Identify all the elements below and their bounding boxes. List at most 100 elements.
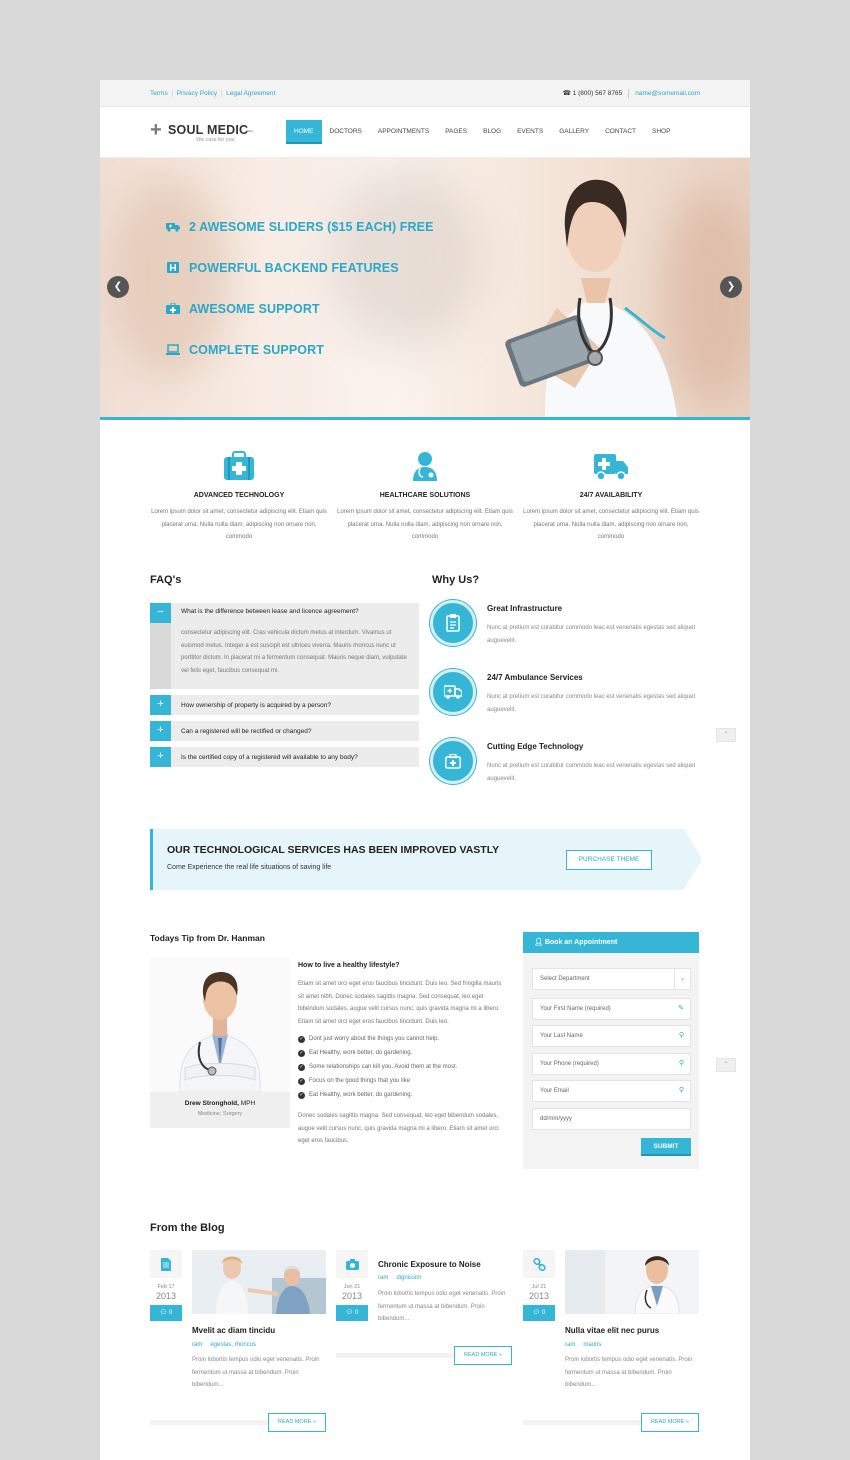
faq-item[interactable]: + Is the certified copy of a registered … bbox=[150, 747, 419, 767]
post-author[interactable]: ram bbox=[378, 1275, 388, 1281]
post-excerpt: Proin lobortis tempus odio eget venenati… bbox=[192, 1357, 320, 1388]
cta-banner: OUR TECHNOLOGICAL SERVICES HAS BEEN IMPR… bbox=[150, 829, 702, 890]
why-us-item: Great Infrastructure Nunc at pretium est… bbox=[430, 600, 700, 647]
why-us-item-title: Great Infrastructure bbox=[487, 604, 563, 613]
tip-bullet: ✓ Eat Healthy, work better, do gardening. bbox=[298, 1088, 508, 1102]
first-name-field[interactable]: Your First Name (required) ✎ bbox=[532, 998, 691, 1020]
read-more-button[interactable]: READ MORE » bbox=[454, 1346, 512, 1365]
date-field[interactable]: dd/mm/yyyy bbox=[532, 1108, 691, 1130]
comment-count[interactable]: 💬︎ 0 bbox=[523, 1305, 555, 1321]
read-more-button[interactable]: READ MORE » bbox=[268, 1413, 326, 1432]
post-author[interactable]: ram bbox=[192, 1342, 202, 1348]
terms-link[interactable]: Terms bbox=[150, 89, 173, 97]
post-tags[interactable]: dignissim bbox=[396, 1275, 421, 1281]
post-photo[interactable] bbox=[192, 1250, 326, 1314]
faq-question[interactable]: What is the difference between lease and… bbox=[181, 608, 409, 615]
laptop-icon bbox=[166, 344, 180, 355]
comment-count[interactable]: 💬︎ 0 bbox=[150, 1305, 182, 1321]
nav-gallery[interactable]: GALLERY bbox=[551, 120, 597, 144]
comment-icon: 💬︎ bbox=[159, 1310, 168, 1316]
faq-item[interactable]: + Can a registered will be rectified or … bbox=[150, 721, 419, 741]
hero-item: COMPLETE SUPPORT bbox=[166, 341, 434, 358]
post-author[interactable]: ram bbox=[565, 1342, 575, 1348]
read-more-button[interactable]: READ MORE » bbox=[641, 1413, 699, 1432]
privacy-policy-link[interactable]: Privacy Policy bbox=[173, 89, 223, 97]
purchase-theme-button[interactable]: PURCHASE THEME bbox=[566, 850, 652, 870]
email-field[interactable]: Your Email ⚲ bbox=[532, 1080, 691, 1102]
date-placeholder: dd/mm/yyyy bbox=[540, 1116, 573, 1122]
cross-icon: + bbox=[150, 119, 162, 141]
check-icon: ✓ bbox=[298, 1049, 305, 1057]
hero-item-text: 2 AWESOME SLIDERS ($15 EACH) FREE bbox=[189, 219, 434, 234]
email-link[interactable]: name@somemail.com bbox=[635, 90, 700, 97]
legal-agreement-link[interactable]: Legal Agreement bbox=[222, 90, 279, 97]
submit-button[interactable]: SUBMIT bbox=[641, 1138, 691, 1156]
faq-question[interactable]: Can a registered will be rectified or ch… bbox=[181, 728, 311, 735]
last-name-field[interactable]: Your Last Name ⚲ bbox=[532, 1025, 691, 1047]
why-us-item-text: Nunc at pretium est curabitur commodo le… bbox=[487, 625, 696, 644]
slider-next-button[interactable]: ❯ bbox=[720, 276, 742, 298]
phone-field[interactable]: Your Phone (required) ⚲ bbox=[532, 1053, 691, 1075]
divider bbox=[336, 1353, 454, 1358]
slider-prev-button[interactable]: ❮ bbox=[107, 276, 129, 298]
faq-expand-toggle[interactable]: + bbox=[150, 747, 171, 767]
nav-events[interactable]: EVENTS bbox=[509, 120, 551, 144]
faq-item[interactable]: + How ownership of property is acquired … bbox=[150, 695, 419, 715]
nav-doctors[interactable]: DOCTORS bbox=[322, 120, 370, 144]
feature-text: Lorem ipsum dolor sit amet, consectetur … bbox=[523, 509, 699, 540]
doctor-illustration bbox=[505, 179, 677, 417]
faq-question[interactable]: How ownership of property is acquired by… bbox=[181, 702, 331, 709]
document-icon bbox=[161, 1257, 171, 1271]
feature-icon-wrap bbox=[336, 450, 514, 484]
post-meta: Jul 21 2013 💬︎ 0 bbox=[523, 1250, 555, 1321]
post-tags[interactable]: mauris bbox=[583, 1342, 601, 1348]
post-title[interactable]: Mvelit ac diam tincidu bbox=[192, 1326, 275, 1335]
post-title[interactable]: Chronic Exposure to Noise bbox=[378, 1260, 481, 1269]
post-title[interactable]: Nulla vitae elit nec purus bbox=[565, 1326, 659, 1335]
check-icon: ✓ bbox=[298, 1077, 305, 1085]
post-meta: Jun 21 2013 💬︎ 0 bbox=[336, 1250, 368, 1321]
why-us-item-text: Nunc at pretium est curabitur commodo le… bbox=[487, 763, 696, 782]
ambulance-icon bbox=[166, 223, 180, 232]
nav-contact[interactable]: CONTACT bbox=[597, 120, 644, 144]
why-us-item-title: 24/7 Ambulance Services bbox=[487, 673, 583, 682]
post-tags[interactable]: egestas, rhoncus bbox=[210, 1342, 256, 1348]
post-excerpt: Proin lobortis tempus odio eget venenati… bbox=[565, 1357, 693, 1388]
faq-expand-toggle[interactable]: + bbox=[150, 721, 171, 741]
department-select[interactable]: Select Department ⌄ bbox=[532, 968, 691, 990]
scroll-button[interactable]: ⌃ bbox=[716, 1058, 736, 1072]
why-us-content: Great Infrastructure Nunc at pretium est… bbox=[487, 600, 700, 647]
post-year: 2013 bbox=[155, 1291, 177, 1301]
blog-title: From the Blog bbox=[150, 1222, 225, 1234]
doctor-name-line: Drew Stronghold, MPH bbox=[150, 1100, 290, 1107]
logo[interactable]: + SOUL MEDIC – We care for you bbox=[150, 117, 286, 147]
comment-number: 0 bbox=[541, 1310, 546, 1316]
nav-shop[interactable]: SHOP bbox=[644, 120, 678, 144]
why-us-title: Why Us? bbox=[432, 574, 480, 586]
post-meta: Feb 17 2013 💬︎ 0 bbox=[150, 1250, 182, 1321]
pin-icon: ⚲ bbox=[678, 1087, 684, 1094]
faq-sidebar: − bbox=[150, 603, 171, 689]
nav-blog[interactable]: BLOG bbox=[475, 120, 509, 144]
nav-appointments[interactable]: APPOINTMENTS bbox=[370, 120, 437, 144]
faq-collapse-toggle[interactable]: − bbox=[150, 603, 171, 623]
hero-item: POWERFUL BACKEND FEATURES bbox=[166, 259, 434, 276]
scroll-up-button[interactable]: ⌃ bbox=[716, 728, 736, 742]
phone-placeholder: Your Phone (required) bbox=[540, 1061, 599, 1067]
faq-expand-toggle[interactable]: + bbox=[150, 695, 171, 715]
post-year: 2013 bbox=[528, 1291, 550, 1301]
post-date: Jul 21 2013 bbox=[523, 1278, 555, 1301]
tip-bullet-text: Some relationships can kill you. Avoid t… bbox=[309, 1064, 458, 1070]
why-us-item-title: Cutting Edge Technology bbox=[487, 742, 584, 751]
nav-pages[interactable]: PAGES bbox=[437, 120, 475, 144]
phone-number: ☎ 1 (800) 567 8765 bbox=[563, 89, 622, 97]
faq-question[interactable]: Is the certified copy of a registered wi… bbox=[181, 754, 358, 761]
tip-paragraph: Donec sodales sagittis magna. Sed conseq… bbox=[298, 1113, 499, 1144]
hero-slider: 2 AWESOME SLIDERS ($15 EACH) FREE POWERF… bbox=[100, 158, 750, 420]
hero-feature-list: 2 AWESOME SLIDERS ($15 EACH) FREE POWERF… bbox=[166, 218, 434, 382]
comment-count[interactable]: 💬︎ 0 bbox=[336, 1305, 368, 1321]
medkit-icon bbox=[166, 303, 180, 314]
nav-home[interactable]: HOME bbox=[286, 120, 322, 144]
post-type bbox=[523, 1250, 555, 1278]
post-photo[interactable] bbox=[565, 1250, 699, 1314]
